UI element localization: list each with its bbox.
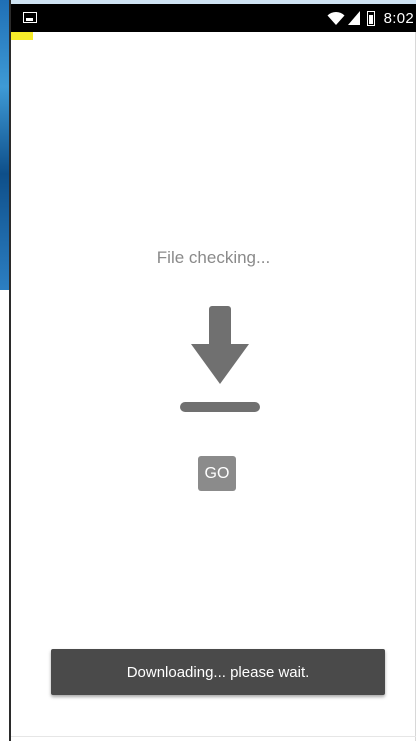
- image-notification-icon: [23, 12, 37, 23]
- wifi-icon: [327, 11, 345, 25]
- download-icon: [180, 306, 260, 412]
- signal-icon: [347, 11, 360, 25]
- status-bar-right: 8:02: [327, 4, 416, 32]
- go-button[interactable]: GO: [198, 456, 236, 491]
- battery-icon: [366, 10, 375, 26]
- status-bar: 8:02: [11, 4, 416, 32]
- app-content: File checking... GO Downloading... pleas…: [11, 32, 416, 741]
- status-text: File checking...: [156, 248, 271, 267]
- toast-message: Downloading... please wait.: [51, 649, 385, 695]
- bottom-divider: [11, 736, 416, 737]
- clock: 8:02: [383, 9, 414, 27]
